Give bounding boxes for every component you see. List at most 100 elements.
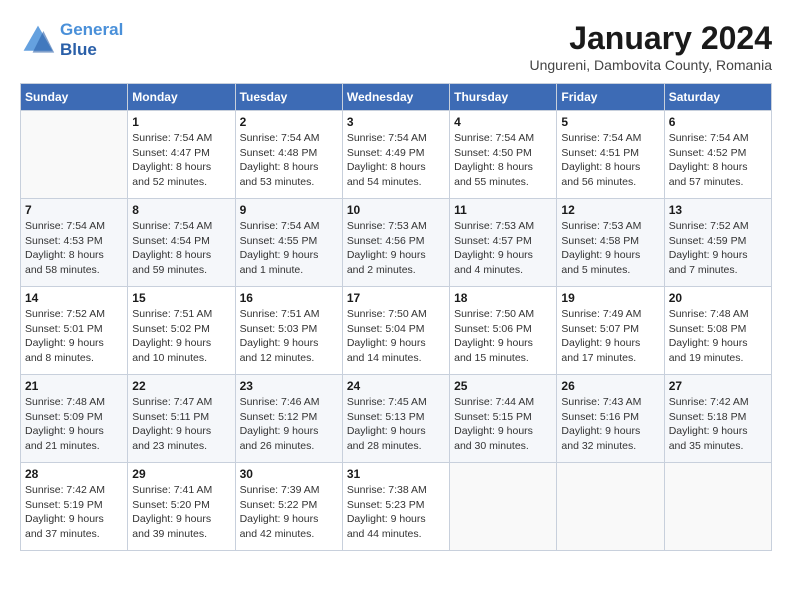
calendar-week-row: 14Sunrise: 7:52 AMSunset: 5:01 PMDayligh… [21, 287, 772, 375]
calendar-cell: 18Sunrise: 7:50 AMSunset: 5:06 PMDayligh… [450, 287, 557, 375]
day-number: 22 [132, 379, 230, 393]
day-number: 16 [240, 291, 338, 305]
column-header-sunday: Sunday [21, 84, 128, 111]
day-info: Sunrise: 7:38 AMSunset: 5:23 PMDaylight:… [347, 483, 445, 542]
day-info: Sunrise: 7:53 AMSunset: 4:58 PMDaylight:… [561, 219, 659, 278]
calendar-cell: 28 Sunrise: 7:42 AMSunset: 5:19 PMDayligh… [21, 463, 128, 551]
day-info: Sunrise: 7:42 AMSunset: 5:19 PMDaylight:… [25, 483, 123, 542]
day-info: Sunrise: 7:53 AMSunset: 4:56 PMDaylight:… [347, 219, 445, 278]
day-info: Sunrise: 7:44 AMSunset: 5:15 PMDaylight:… [454, 395, 552, 454]
day-number: 17 [347, 291, 445, 305]
day-info: Sunrise: 7:54 AMSunset: 4:47 PMDaylight:… [132, 131, 230, 190]
calendar-cell: 12 Sunrise: 7:53 AMSunset: 4:58 PMDayligh… [557, 199, 664, 287]
calendar-cell: 4 Sunrise: 7:54 AMSunset: 4:50 PMDaylight… [450, 111, 557, 199]
day-number: 4 [454, 115, 552, 129]
calendar-cell: 8 Sunrise: 7:54 AMSunset: 4:54 PMDaylight… [128, 199, 235, 287]
calendar-cell: 7Sunrise: 7:54 AMSunset: 4:53 PMDaylight… [21, 199, 128, 287]
day-number: 27 [669, 379, 767, 393]
calendar-cell: 23 Sunrise: 7:46 AMSunset: 5:12 PMDayligh… [235, 375, 342, 463]
calendar-cell: 19 Sunrise: 7:49 AMSunset: 5:07 PMDayligh… [557, 287, 664, 375]
day-number: 1 [132, 115, 230, 129]
day-number: 2 [240, 115, 338, 129]
calendar-cell: 24 Sunrise: 7:45 AMSunset: 5:13 PMDayligh… [342, 375, 449, 463]
calendar-cell: 15Sunrise: 7:51 AMSunset: 5:02 PMDayligh… [128, 287, 235, 375]
calendar-cell: 2 Sunrise: 7:54 AMSunset: 4:48 PMDaylight… [235, 111, 342, 199]
day-info: Sunrise: 7:54 AMSunset: 4:51 PMDaylight:… [561, 131, 659, 190]
day-number: 28 [25, 467, 123, 481]
day-info: Sunrise: 7:51 AMSunset: 5:02 PMDaylight:… [132, 307, 230, 366]
calendar-week-row: 1 Sunrise: 7:54 AMSunset: 4:47 PMDaylight… [21, 111, 772, 199]
day-info: Sunrise: 7:54 AMSunset: 4:54 PMDaylight:… [132, 219, 230, 278]
day-info: Sunrise: 7:54 AMSunset: 4:48 PMDaylight:… [240, 131, 338, 190]
day-info: Sunrise: 7:54 AMSunset: 4:52 PMDaylight:… [669, 131, 767, 190]
calendar-cell [21, 111, 128, 199]
calendar-cell: 22Sunrise: 7:47 AMSunset: 5:11 PMDayligh… [128, 375, 235, 463]
column-header-tuesday: Tuesday [235, 84, 342, 111]
day-number: 21 [25, 379, 123, 393]
day-number: 13 [669, 203, 767, 217]
day-number: 24 [347, 379, 445, 393]
calendar-cell: 29 Sunrise: 7:41 AMSunset: 5:20 PMDayligh… [128, 463, 235, 551]
day-number: 3 [347, 115, 445, 129]
day-number: 20 [669, 291, 767, 305]
calendar-cell: 13 Sunrise: 7:52 AMSunset: 4:59 PMDayligh… [664, 199, 771, 287]
day-info: Sunrise: 7:51 AMSunset: 5:03 PMDaylight:… [240, 307, 338, 366]
day-info: Sunrise: 7:43 AMSunset: 5:16 PMDaylight:… [561, 395, 659, 454]
calendar-cell: 20Sunrise: 7:48 AMSunset: 5:08 PMDayligh… [664, 287, 771, 375]
calendar-cell [557, 463, 664, 551]
day-number: 6 [669, 115, 767, 129]
calendar-cell: 16 Sunrise: 7:51 AMSunset: 5:03 PMDayligh… [235, 287, 342, 375]
day-info: Sunrise: 7:46 AMSunset: 5:12 PMDaylight:… [240, 395, 338, 454]
calendar-cell: 14Sunrise: 7:52 AMSunset: 5:01 PMDayligh… [21, 287, 128, 375]
day-number: 30 [240, 467, 338, 481]
column-header-thursday: Thursday [450, 84, 557, 111]
calendar-cell [450, 463, 557, 551]
column-header-saturday: Saturday [664, 84, 771, 111]
column-header-monday: Monday [128, 84, 235, 111]
day-info: Sunrise: 7:39 AMSunset: 5:22 PMDaylight:… [240, 483, 338, 542]
day-number: 5 [561, 115, 659, 129]
calendar-cell: 25 Sunrise: 7:44 AMSunset: 5:15 PMDayligh… [450, 375, 557, 463]
calendar-week-row: 28 Sunrise: 7:42 AMSunset: 5:19 PMDayligh… [21, 463, 772, 551]
day-number: 19 [561, 291, 659, 305]
day-number: 23 [240, 379, 338, 393]
day-number: 11 [454, 203, 552, 217]
day-number: 29 [132, 467, 230, 481]
day-number: 8 [132, 203, 230, 217]
day-info: Sunrise: 7:53 AMSunset: 4:57 PMDaylight:… [454, 219, 552, 278]
calendar-cell [664, 463, 771, 551]
column-header-friday: Friday [557, 84, 664, 111]
day-info: Sunrise: 7:52 AMSunset: 5:01 PMDaylight:… [25, 307, 123, 366]
day-info: Sunrise: 7:42 AMSunset: 5:18 PMDaylight:… [669, 395, 767, 454]
calendar-header-row: SundayMondayTuesdayWednesdayThursdayFrid… [21, 84, 772, 111]
day-number: 25 [454, 379, 552, 393]
calendar-cell: 31 Sunrise: 7:38 AMSunset: 5:23 PMDayligh… [342, 463, 449, 551]
calendar-cell: 17 Sunrise: 7:50 AMSunset: 5:04 PMDayligh… [342, 287, 449, 375]
day-info: Sunrise: 7:54 AMSunset: 4:49 PMDaylight:… [347, 131, 445, 190]
day-number: 31 [347, 467, 445, 481]
calendar-cell: 30 Sunrise: 7:39 AMSunset: 5:22 PMDayligh… [235, 463, 342, 551]
calendar-cell: 11 Sunrise: 7:53 AMSunset: 4:57 PMDayligh… [450, 199, 557, 287]
location-subtitle: Ungureni, Dambovita County, Romania [529, 57, 772, 73]
calendar-cell: 3 Sunrise: 7:54 AMSunset: 4:49 PMDaylight… [342, 111, 449, 199]
day-info: Sunrise: 7:54 AMSunset: 4:53 PMDaylight:… [25, 219, 123, 278]
calendar-cell: 26 Sunrise: 7:43 AMSunset: 5:16 PMDayligh… [557, 375, 664, 463]
title-area: January 2024 Ungureni, Dambovita County,… [529, 20, 772, 73]
calendar-cell: 6 Sunrise: 7:54 AMSunset: 4:52 PMDaylight… [664, 111, 771, 199]
calendar-cell: 9Sunrise: 7:54 AMSunset: 4:55 PMDaylight… [235, 199, 342, 287]
calendar-cell: 5 Sunrise: 7:54 AMSunset: 4:51 PMDaylight… [557, 111, 664, 199]
day-number: 9 [240, 203, 338, 217]
calendar-cell: 10Sunrise: 7:53 AMSunset: 4:56 PMDayligh… [342, 199, 449, 287]
day-number: 26 [561, 379, 659, 393]
day-info: Sunrise: 7:52 AMSunset: 4:59 PMDaylight:… [669, 219, 767, 278]
day-info: Sunrise: 7:54 AMSunset: 4:50 PMDaylight:… [454, 131, 552, 190]
day-info: Sunrise: 7:45 AMSunset: 5:13 PMDaylight:… [347, 395, 445, 454]
day-number: 12 [561, 203, 659, 217]
day-number: 18 [454, 291, 552, 305]
day-info: Sunrise: 7:41 AMSunset: 5:20 PMDaylight:… [132, 483, 230, 542]
logo-icon [20, 22, 56, 58]
column-header-wednesday: Wednesday [342, 84, 449, 111]
day-info: Sunrise: 7:50 AMSunset: 5:04 PMDaylight:… [347, 307, 445, 366]
calendar-cell: 1 Sunrise: 7:54 AMSunset: 4:47 PMDaylight… [128, 111, 235, 199]
day-info: Sunrise: 7:49 AMSunset: 5:07 PMDaylight:… [561, 307, 659, 366]
